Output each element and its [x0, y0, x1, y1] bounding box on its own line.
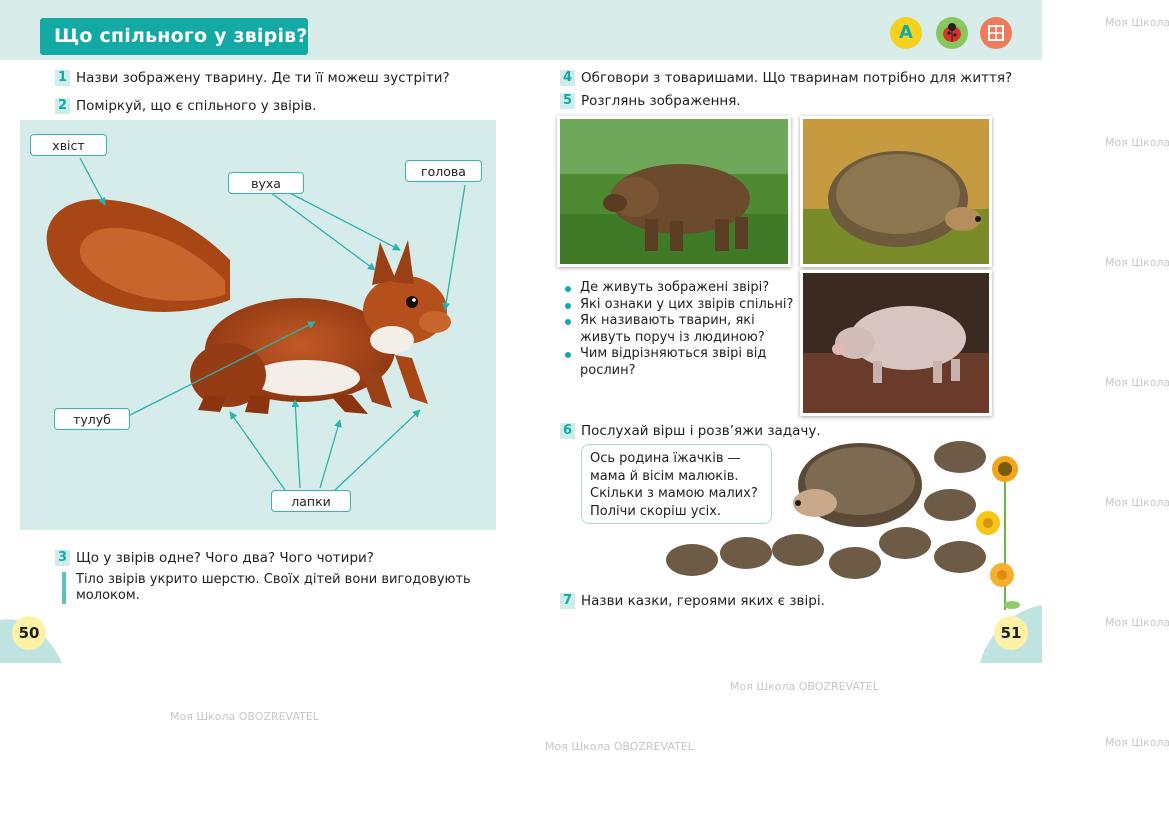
- hedgehog-family-illustration: [666, 441, 1020, 610]
- watermark: Моя Школа: [1105, 256, 1169, 269]
- task-3: 3 Що у звірів одне? Чого два? Чого чотири…: [55, 550, 374, 566]
- watermark: Моя Школа: [1105, 16, 1169, 29]
- watermark: Моя Школа OBOZREVATEL: [170, 710, 319, 723]
- task-7-text: Назви казки, героями яких є звірі.: [581, 593, 825, 609]
- bear-photo: [557, 116, 791, 267]
- question-item: Як називають тварин, які живуть поруч із…: [563, 313, 798, 346]
- label-ears: вуха: [228, 172, 304, 194]
- watermark: Моя Школа OBOZREVATEL: [730, 680, 879, 693]
- task-5-number: 5: [560, 93, 575, 109]
- watermark: Моя Школа: [1105, 496, 1169, 509]
- letter-a-icon: A: [890, 17, 922, 49]
- task-4-number: 4: [560, 70, 575, 86]
- question-item: Де живуть зображені звірі?: [563, 280, 798, 297]
- label-tail: хвіст: [30, 134, 107, 156]
- hedgehog-photo: [800, 116, 992, 267]
- task-7-number: 7: [560, 593, 575, 609]
- mother-hedgehog: [793, 443, 922, 527]
- task-3-text: Що у звірів одне? Чого два? Чого чотири?: [76, 550, 374, 566]
- question-item: Чим відрізняються звірі від рослин?: [563, 346, 798, 379]
- watermark: Моя Школа: [1105, 736, 1169, 749]
- task-3-number: 3: [55, 550, 70, 566]
- task-3-answer: Тіло звірів укрито шерстю. Своїх дітей в…: [62, 572, 510, 604]
- flowers: [976, 456, 1020, 610]
- pig-photo: [800, 270, 992, 416]
- label-body: тулуб: [54, 408, 130, 430]
- page-number-right: 51: [994, 616, 1028, 650]
- task-4-text: Обговори з товаришами. Що тваринам потрі…: [581, 70, 1013, 86]
- watermark: Моя Школа: [1105, 136, 1169, 149]
- ladybug-icon: [936, 17, 968, 49]
- task-5: 5 Розглянь зображення.: [560, 93, 741, 109]
- task-5-text: Розглянь зображення.: [581, 93, 741, 109]
- watermark: Моя Школа OBOZREVATEL: [545, 740, 694, 753]
- watermark: Моя Школа: [1105, 376, 1169, 389]
- question-list: Де живуть зображені звірі? Які ознаки у …: [563, 280, 798, 379]
- grid-icon: [980, 17, 1012, 49]
- page-number-left: 50: [12, 616, 46, 650]
- task-6-number: 6: [560, 423, 575, 439]
- label-head: голова: [405, 160, 482, 182]
- task-4: 4 Обговори з товаришами. Що тваринам потр…: [560, 70, 1012, 86]
- label-paws: лапки: [271, 490, 351, 512]
- question-item: Які ознаки у цих звірів спільні?: [563, 297, 798, 314]
- task-7: 7 Назви казки, героями яких є звірі.: [560, 593, 825, 609]
- textbook-spread: Що спільного у звірів? 1 Назви зображену …: [0, 0, 1042, 663]
- watermark: Моя Школа: [1105, 616, 1169, 629]
